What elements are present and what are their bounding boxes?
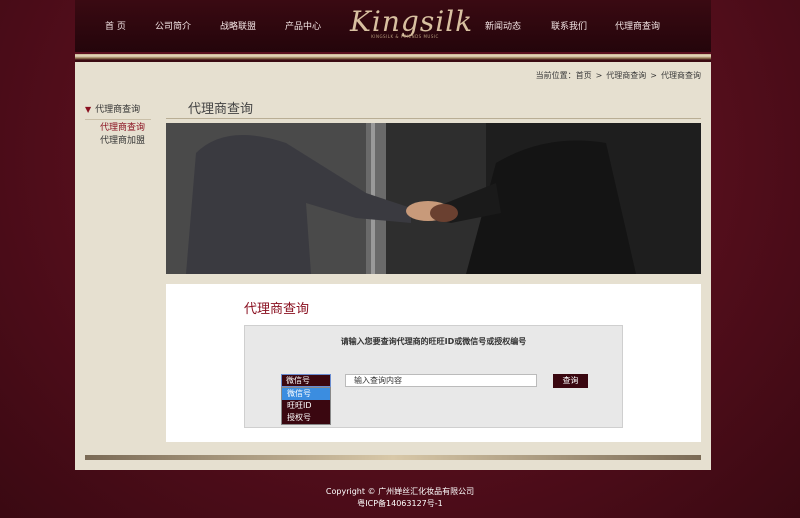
nav-alliance[interactable]: 战略联盟 (220, 19, 256, 32)
breadcrumb: 当前位置：首页 > 代理商查询 > 代理商查询 (536, 70, 701, 81)
nav-home[interactable]: 首 页 (105, 19, 126, 32)
option-auth-code[interactable]: 授权号 (282, 412, 330, 424)
content-area: 当前位置：首页 > 代理商查询 > 代理商查询 ▼ 代理商查询 代理商查询 代理商加盟 代… (75, 62, 711, 470)
banner-image (166, 123, 701, 274)
query-type-select[interactable]: 微信号 (281, 374, 331, 387)
nav-about[interactable]: 公司简介 (155, 19, 191, 32)
breadcrumb-current: 代理商查询 (661, 71, 701, 80)
logo[interactable]: Kingsilk KINGSILK & FRIENDS MUSIC (350, 6, 472, 46)
breadcrumb-prefix: 当前位置： (535, 71, 576, 80)
sidebar-title-label: 代理商查询 (95, 105, 141, 115)
sidebar-item-agent-query[interactable]: 代理商查询 (100, 122, 145, 135)
query-panel: 代理商查询 请输入您要查询代理商的旺旺ID或微信号或授权编号 微信号 微信号 旺… (166, 284, 701, 442)
nav-news[interactable]: 新闻动态 (485, 19, 521, 32)
breadcrumb-separator: > (650, 71, 657, 80)
breadcrumb-home[interactable]: 首页 (576, 71, 592, 80)
breadcrumb-separator: > (595, 71, 603, 80)
page-title: 代理商查询 (166, 98, 701, 119)
query-input[interactable]: 输入查询内容 (345, 374, 537, 387)
query-title: 代理商查询 (244, 302, 310, 317)
footer: Copyright © 广州婵丝汇化妆品有限公司 粤ICP备14063127号-… (0, 486, 800, 510)
breadcrumb-agent[interactable]: 代理商查询 (606, 71, 646, 80)
option-wangwang[interactable]: 旺旺ID (282, 400, 330, 412)
query-button[interactable]: 查询 (553, 374, 588, 388)
query-type-options: 微信号 旺旺ID 授权号 (281, 387, 331, 425)
query-form: 请输入您要查询代理商的旺旺ID或微信号或授权编号 微信号 微信号 旺旺ID 授权… (244, 325, 623, 428)
nav-agent-query[interactable]: 代理商查询 (615, 19, 660, 32)
triangle-down-icon: ▼ (85, 105, 92, 114)
nav-products[interactable]: 产品中心 (285, 19, 321, 32)
sidebar-menu: 代理商查询 代理商加盟 (100, 122, 145, 148)
sidebar-title: ▼ 代理商查询 (85, 102, 151, 120)
bottom-divider (85, 455, 701, 460)
icp-number[interactable]: 粤ICP备14063127号-1 (0, 498, 800, 510)
top-navigation: 首 页 公司简介 战略联盟 产品中心 Kingsilk KINGSILK & F… (75, 0, 711, 52)
nav-contact[interactable]: 联系我们 (551, 19, 587, 32)
copyright: Copyright © 广州婵丝汇化妆品有限公司 (325, 487, 475, 496)
nav-divider (75, 52, 711, 62)
query-prompt: 请输入您要查询代理商的旺旺ID或微信号或授权编号 (340, 337, 527, 346)
sidebar-item-agent-join[interactable]: 代理商加盟 (100, 135, 145, 148)
option-wechat[interactable]: 微信号 (282, 388, 330, 400)
handshake-banner-art (166, 123, 701, 274)
